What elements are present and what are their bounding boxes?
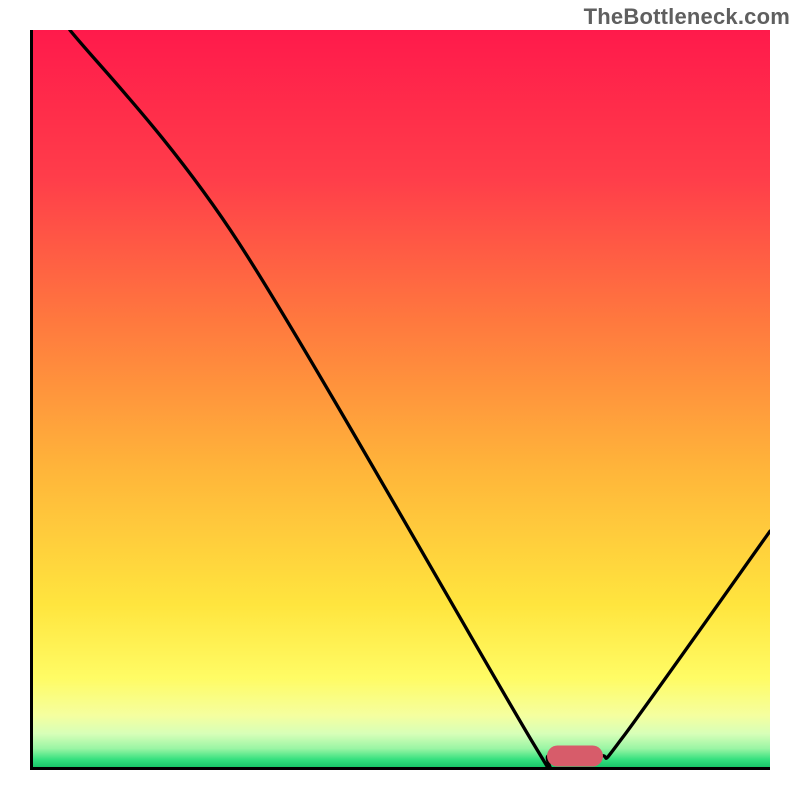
watermark-label: TheBottleneck.com: [584, 4, 790, 30]
optimal-marker: [547, 745, 603, 766]
plot-area: [30, 30, 770, 770]
bottleneck-curve: [33, 30, 770, 767]
chart-stage: TheBottleneck.com: [0, 0, 800, 800]
